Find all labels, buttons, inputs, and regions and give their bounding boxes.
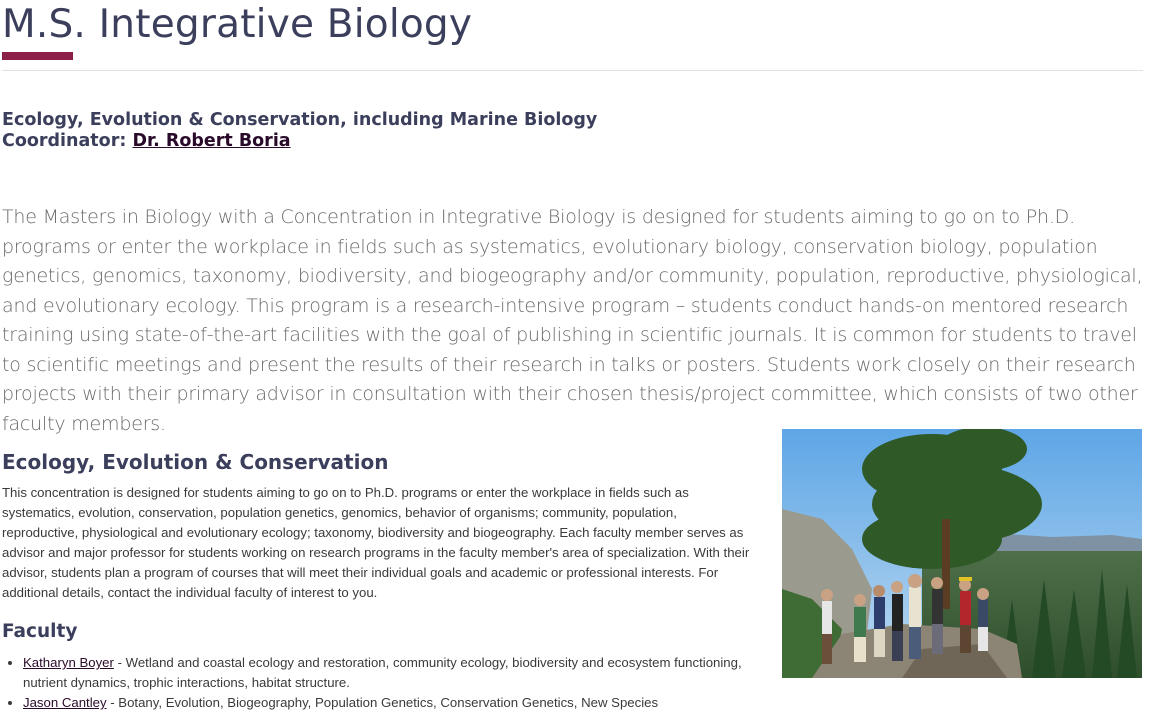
section-description: This concentration is designed for stude…: [2, 485, 750, 600]
field-trip-photo-image: [782, 429, 1142, 678]
faculty-list-item: Katharyn Boyer - Wetland and coastal eco…: [23, 653, 763, 693]
faculty-description: - Botany, Evolution, Biogeography, Popul…: [106, 695, 659, 710]
title-divider: [2, 70, 1143, 71]
intro-paragraph: The Masters in Biology with a Concentrat…: [2, 206, 1143, 435]
section-heading: Ecology, Evolution & Conservation: [2, 450, 389, 474]
title-accent-bar: [2, 52, 73, 60]
coordinator-line: Coordinator: Dr. Robert Boria: [2, 131, 597, 152]
concentration-heading: Ecology, Evolution & Conservation, inclu…: [2, 110, 597, 152]
faculty-description: - Wetland and coastal ecology and restor…: [23, 655, 742, 690]
page-title: M.S. Integrative Biology: [2, 2, 473, 47]
coordinator-label: Coordinator:: [2, 131, 127, 151]
faculty-list-item: Jason Cantley - Botany, Evolution, Bioge…: [23, 693, 763, 713]
faculty-list: Katharyn Boyer - Wetland and coastal eco…: [2, 653, 763, 713]
concentration-name: Ecology, Evolution & Conservation, inclu…: [2, 110, 598, 130]
coordinator-link[interactable]: Dr. Robert Boria: [132, 131, 290, 151]
faculty-link-katharyn-boyer[interactable]: Katharyn Boyer: [23, 655, 114, 670]
field-trip-photo: [782, 429, 1142, 678]
faculty-heading: Faculty: [2, 621, 78, 642]
faculty-link-jason-cantley[interactable]: Jason Cantley: [23, 695, 107, 710]
